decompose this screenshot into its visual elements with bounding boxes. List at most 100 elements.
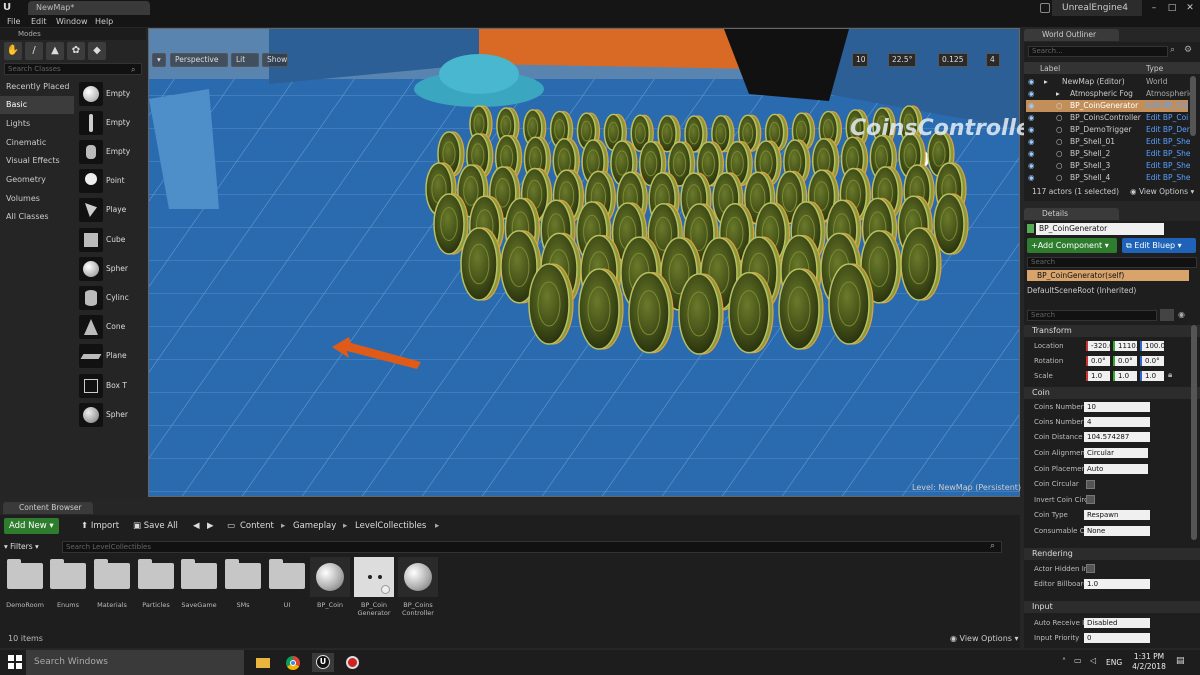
coin-alignment-select[interactable]: Circular [1084,448,1148,458]
section-coin[interactable]: Coin [1024,387,1200,399]
rotation-z-field[interactable]: 0.0° [1140,356,1164,366]
tray-chevron-icon[interactable]: ˄ [1062,657,1066,666]
col-type[interactable]: Type [1146,64,1163,73]
rotation-y-field[interactable]: 0.0° [1113,356,1137,366]
show-button[interactable]: Show [262,53,288,67]
folder-demoroom[interactable]: DemoRoom [5,557,45,619]
chrome-icon[interactable] [282,653,304,672]
visibility-eye-icon[interactable]: ◉ [1028,88,1035,100]
place-item-sphere[interactable]: Spher [76,255,142,283]
history-forward-icon[interactable]: ▶ [202,518,219,534]
folder-sms[interactable]: SMs [223,557,263,619]
breadcrumb-levelcollectibles[interactable]: LevelCollectibles [350,518,431,534]
property-matrix-icon[interactable] [1160,309,1174,321]
file-explorer-icon[interactable] [252,653,274,672]
category-lights[interactable]: Lights [0,115,74,133]
category-volumes[interactable]: Volumes [0,190,74,208]
outliner-row[interactable]: ◉ ○ BP_Shell_2 Edit BP_She [1026,148,1190,160]
category-geometry[interactable]: Geometry [0,171,74,189]
asset-bp-coin-generator[interactable]: BP_Coin Generator [354,557,394,619]
input-priority-field[interactable]: 0 [1084,633,1150,643]
modes-tab[interactable]: Modes [0,28,146,40]
notifications-icon[interactable]: ▤ [1176,656,1185,666]
outliner-row-type[interactable]: Edit BP_She [1146,136,1190,148]
rotation-x-field[interactable]: 0.0° [1086,356,1110,366]
world-outliner-tab[interactable]: World Outliner [1024,29,1119,41]
component-self[interactable]: BP_CoinGenerator(self) [1027,270,1189,281]
outliner-row-type[interactable]: Edit BP_She [1146,160,1190,172]
outliner-row-type[interactable]: Edit BP_Der [1146,124,1190,136]
feedback-icon[interactable] [1040,3,1050,13]
details-search-input[interactable]: Search [1027,310,1157,321]
viewport-options-chevron-icon[interactable]: ▾ [152,53,166,67]
scale-y-field[interactable]: 1.0 [1113,371,1137,381]
landscape-mode-icon[interactable]: ▲ [46,42,64,60]
coin-distance-field[interactable]: 104.574287 [1084,432,1150,442]
col-label[interactable]: Label [1040,64,1060,73]
geometry-mode-icon[interactable]: ◆ [88,42,106,60]
menu-window[interactable]: Window [56,16,88,27]
section-rendering[interactable]: Rendering [1024,548,1200,560]
category-all-classes[interactable]: All Classes [0,208,74,226]
maximize-icon[interactable]: □ [1163,0,1181,16]
component-root[interactable]: DefaultSceneRoot (Inherited) [1027,286,1136,295]
paint-mode-icon[interactable]: / [25,42,43,60]
place-item-empty-actor[interactable]: Empty [76,80,142,108]
add-new-button[interactable]: Add New ▾ [4,518,59,534]
volume-icon[interactable]: ◁ [1090,656,1096,665]
place-item-player-start[interactable]: Playe [76,196,142,224]
scale-z-field[interactable]: 1.0 [1140,371,1164,381]
breadcrumb-content[interactable]: Content [235,518,279,534]
view-options-button[interactable]: ◉ View Options ▾ [950,634,1019,643]
content-search-input[interactable]: Search LevelCollectibles [62,541,1002,553]
windows-start-icon[interactable] [8,655,22,669]
outliner-row[interactable]: ◉ ○ BP_Shell_3 Edit BP_She [1026,160,1190,172]
breadcrumb-gameplay[interactable]: Gameplay [288,518,341,534]
edit-blueprint-button[interactable]: ⧉ Edit Bluep ▾ [1122,238,1196,253]
recorder-icon[interactable] [342,653,364,672]
search-classes-input[interactable]: Search Classes [4,63,142,75]
place-item-plane[interactable]: Plane [76,342,142,370]
visibility-eye-icon[interactable]: ◉ [1028,148,1035,160]
clock[interactable]: 1:31 PM 4/2/2018 [1132,652,1166,672]
consumable-field[interactable]: None [1084,526,1150,536]
folder-enums[interactable]: Enums [48,557,88,619]
place-item-empty-pawn[interactable]: Empty [76,138,142,166]
coins-number-field[interactable]: 10 [1084,402,1150,412]
asset-bp-coins-controller[interactable]: BP_Coins Controller [398,557,438,619]
lock-icon[interactable]: 🔒︎ [1168,370,1172,380]
actor-hidden-checkbox[interactable] [1086,564,1095,573]
close-icon[interactable]: ✕ [1181,0,1199,16]
details-scrollbar[interactable] [1191,325,1197,540]
location-x-field[interactable]: -320.0 [1086,341,1110,351]
visibility-eye-icon[interactable]: ◉ [1028,160,1035,172]
visibility-eye-icon[interactable]: ◉ [1178,310,1185,319]
details-tab[interactable]: Details [1024,208,1119,220]
scale-snap-value[interactable]: 0.125 [938,53,968,67]
content-browser-tab[interactable]: Content Browser [3,502,93,514]
lit-button[interactable]: Lit [231,53,259,67]
category-basic[interactable]: Basic [0,96,74,114]
place-item-cylinder[interactable]: Cylinc [76,284,142,312]
menu-file[interactable]: File [7,16,20,27]
category-cinematic[interactable]: Cinematic [0,134,74,152]
actor-name-field[interactable]: BP_CoinGenerator [1036,223,1164,235]
coin-circular-checkbox[interactable] [1086,480,1095,489]
visibility-eye-icon[interactable]: ◉ [1028,76,1035,88]
visibility-eye-icon[interactable]: ◉ [1028,136,1035,148]
settings-icon[interactable]: ⚙ [1184,45,1192,55]
outliner-row[interactable]: ◉ ▸ Atmospheric Fog Atmospheric [1026,88,1190,100]
outliner-row[interactable]: ◉ ○ BP_CoinsController Edit BP_Coi [1026,112,1188,124]
place-item-cube[interactable]: Cube [76,226,142,254]
filters-button[interactable]: ▾ Filters ▾ [4,541,39,553]
coin-type-select[interactable]: Respawn [1084,510,1150,520]
place-mode-icon[interactable]: ✋ [4,42,22,60]
category-recently-placed[interactable]: Recently Placed [0,78,74,96]
menu-edit[interactable]: Edit [31,16,47,27]
folder-materials[interactable]: Materials [92,557,132,619]
category-visual-effects[interactable]: Visual Effects [0,152,74,170]
editor-billboard-field[interactable]: 1.0 [1084,579,1150,589]
outliner-search-input[interactable]: Search... [1028,46,1168,57]
asset-bp-coin[interactable]: BP_Coin [310,557,350,619]
section-input[interactable]: Input [1024,601,1200,613]
